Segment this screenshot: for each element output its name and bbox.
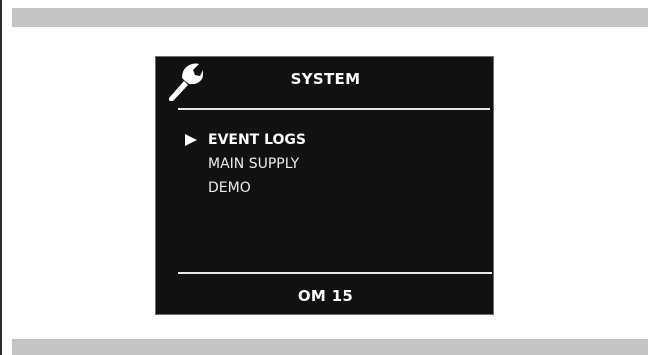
screen-code: OM 15 [297,287,354,305]
device-display: SYSTEM EVENT LOGS MAIN SUPPLY DEMO OM 15 [155,56,494,315]
menu-item-demo[interactable]: DEMO [185,178,306,202]
menu-item-label: MAIN SUPPLY [208,156,300,172]
right-triangle-icon [185,134,197,146]
system-menu: EVENT LOGS MAIN SUPPLY DEMO [185,130,306,202]
header-band [12,8,648,27]
title-divider [178,108,490,110]
page-margin-rule [0,0,2,355]
footer-divider [178,272,492,274]
screen-title: SYSTEM [290,70,361,88]
menu-item-label: DEMO [208,180,251,196]
manual-page: SYSTEM EVENT LOGS MAIN SUPPLY DEMO OM 15 [0,0,648,355]
footer-band [12,339,648,355]
menu-item-label: EVENT LOGS [208,132,306,148]
menu-item-main-supply[interactable]: MAIN SUPPLY [185,154,306,178]
menu-item-event-logs[interactable]: EVENT LOGS [185,130,306,154]
